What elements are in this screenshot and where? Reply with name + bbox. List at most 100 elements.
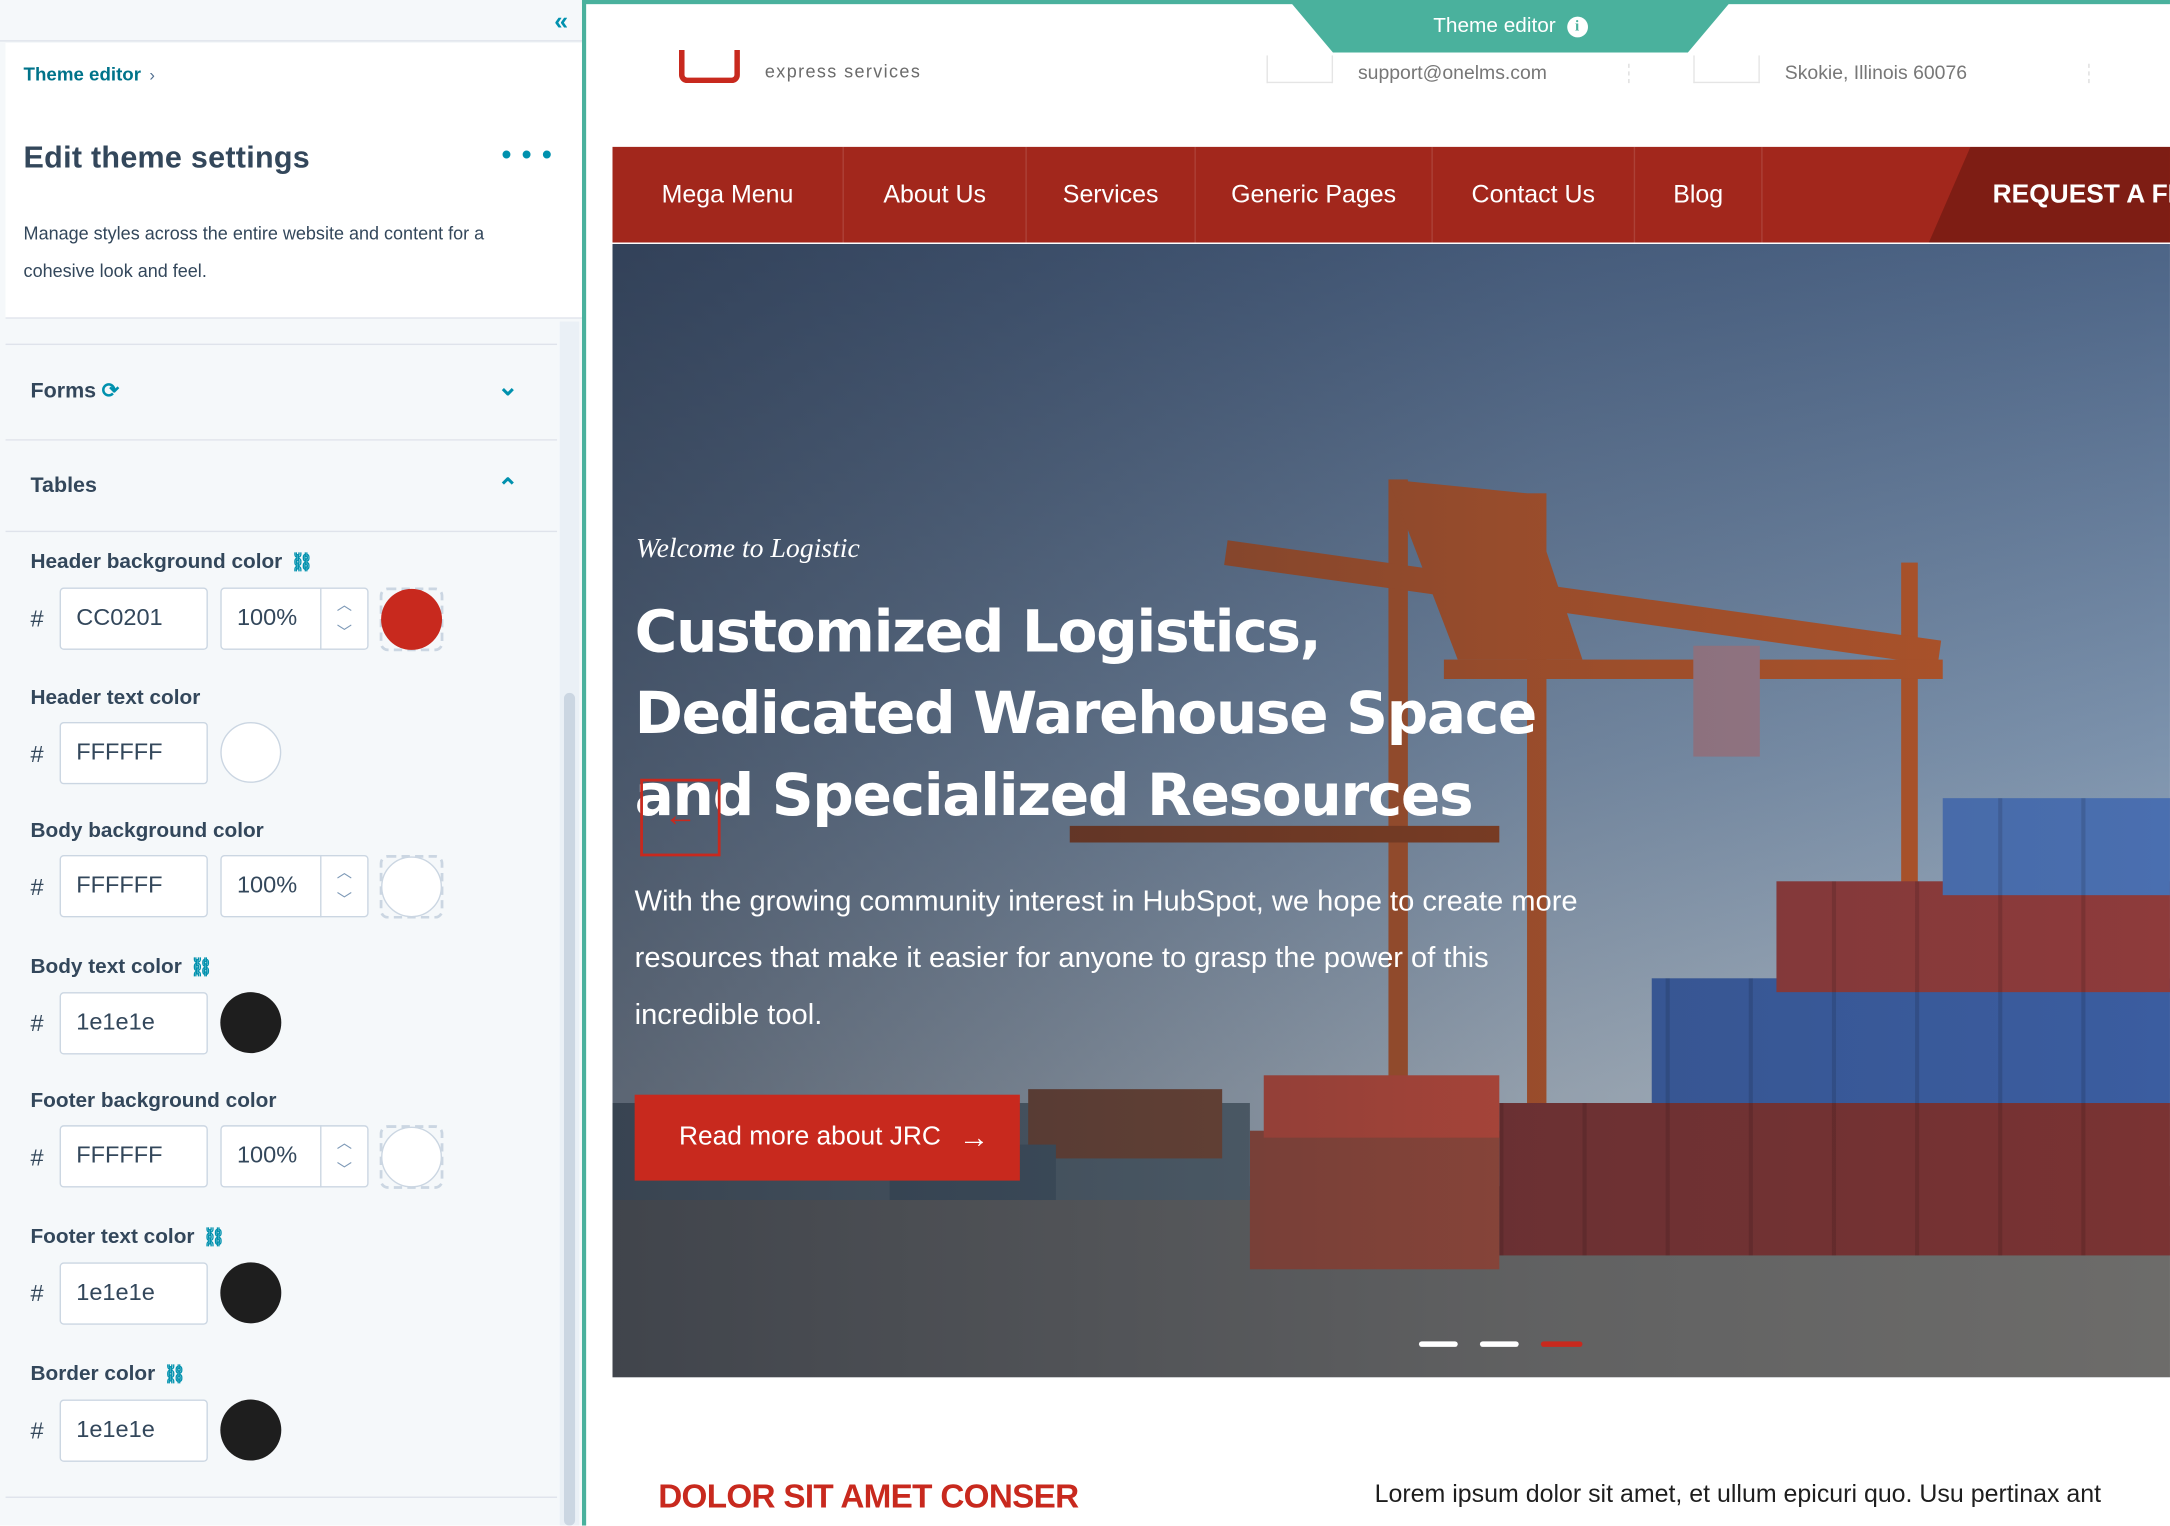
field-label-text: Body text color bbox=[30, 954, 182, 979]
slider-prev-arrow-icon[interactable]: ← bbox=[640, 778, 721, 857]
logo-tagline: express services bbox=[764, 60, 922, 82]
chevron-down-icon[interactable]: ⌄ bbox=[497, 373, 518, 402]
field-label-body-text: Body text color ⛓ bbox=[30, 955, 212, 979]
divider bbox=[1628, 63, 1630, 84]
hero-title: Customized Logistics, Dedicated Warehous… bbox=[634, 597, 1538, 829]
footer-bg-color-swatch[interactable] bbox=[381, 1126, 443, 1188]
nav-item-services[interactable]: Services bbox=[1027, 146, 1196, 243]
body-bg-color-swatch[interactable] bbox=[381, 856, 443, 918]
arrow-right-icon: → bbox=[958, 1119, 990, 1155]
link-icon[interactable]: ⛓ bbox=[190, 956, 213, 977]
logo[interactable] bbox=[678, 49, 740, 84]
opacity-stepper[interactable]: ︿ ﹀ bbox=[320, 1125, 368, 1188]
footer-text-color-swatch[interactable] bbox=[220, 1262, 282, 1324]
nav-item-about-us[interactable]: About Us bbox=[844, 146, 1027, 243]
breadcrumb[interactable]: Theme editor › bbox=[24, 64, 155, 85]
divider bbox=[5, 1496, 558, 1498]
chevron-up-icon[interactable]: ︿ bbox=[337, 861, 352, 883]
panel-header: Theme editor › Edit theme settings • • • … bbox=[5, 42, 582, 319]
app-stage: « Theme editor › Edit theme settings • • … bbox=[0, 0, 2170, 1526]
accordion-tables[interactable]: Tables ⌃ bbox=[5, 440, 558, 533]
site-preview[interactable]: express services support@onelms.com Skok… bbox=[612, 41, 2170, 1526]
read-more-label: Read more about JRC bbox=[678, 1122, 941, 1152]
body-text-color-swatch[interactable] bbox=[220, 992, 282, 1054]
header-text-color-swatch[interactable] bbox=[220, 721, 282, 783]
field-label-text: Footer text color bbox=[30, 1224, 195, 1249]
read-more-button[interactable]: Read more about JRC → bbox=[634, 1094, 1020, 1181]
hash-symbol: # bbox=[30, 874, 44, 901]
field-label-text: Header background color bbox=[30, 550, 283, 574]
field-label-text: Border color bbox=[30, 1362, 156, 1386]
field-label-footer-bg: Footer background color bbox=[30, 1089, 276, 1113]
field-label-body-bg: Body background color bbox=[30, 819, 263, 843]
contact-address: Skokie, Illinois 60076 bbox=[1784, 60, 1968, 84]
opacity-stepper[interactable]: ︿ ﹀ bbox=[320, 854, 368, 918]
panel-toolbar: « bbox=[0, 0, 582, 42]
slider-dot-1[interactable] bbox=[1418, 1341, 1458, 1347]
site-topbar: express services support@onelms.com Skok… bbox=[612, 41, 2170, 147]
more-options-icon[interactable]: • • • bbox=[502, 140, 553, 172]
chevron-up-icon[interactable]: ⌃ bbox=[497, 474, 518, 503]
panel-scrollbar-thumb[interactable] bbox=[563, 692, 576, 1526]
body-text-hex-input[interactable]: 1e1e1e bbox=[59, 992, 208, 1055]
panel-description: Manage styles across the entire website … bbox=[23, 223, 485, 282]
chevron-up-icon[interactable]: ︿ bbox=[337, 593, 352, 615]
header-bg-hex-input[interactable]: CC0201 bbox=[59, 587, 208, 650]
divider bbox=[2088, 63, 2090, 84]
sync-icon: ⟳ bbox=[101, 379, 120, 404]
contact-email[interactable]: support@onelms.com bbox=[1358, 61, 1547, 83]
field-label-text: Body background color bbox=[30, 818, 264, 843]
link-icon[interactable]: ⛓ bbox=[291, 552, 314, 573]
chevron-up-icon[interactable]: ︿ bbox=[337, 1131, 352, 1153]
collapse-panel-icon[interactable]: « bbox=[554, 7, 568, 35]
nav-item-mega-menu[interactable]: Mega Menu bbox=[612, 146, 844, 243]
nav-item-contact-us[interactable]: Contact Us bbox=[1433, 146, 1636, 243]
opacity-stepper[interactable]: ︿ ﹀ bbox=[320, 587, 368, 650]
field-label-border: Border color ⛓ bbox=[30, 1362, 186, 1386]
field-label-footer-text: Footer text color ⛓ bbox=[30, 1225, 225, 1249]
hash-symbol: # bbox=[30, 1417, 44, 1444]
body-bg-hex-input[interactable]: FFFFFF bbox=[59, 854, 208, 918]
chevron-right-icon: › bbox=[149, 65, 155, 85]
field-label-text: Footer background color bbox=[30, 1089, 277, 1113]
accordion-tables-label: Tables bbox=[30, 473, 97, 498]
section-heading: DOLOR SIT AMET CONSER bbox=[658, 1478, 1079, 1516]
link-icon[interactable]: ⛓ bbox=[203, 1226, 226, 1247]
field-label-text: Header text color bbox=[30, 685, 201, 710]
theme-editor-tab[interactable]: Theme editor i bbox=[1288, 0, 1733, 53]
theme-editor-tab-label: Theme editor bbox=[1433, 13, 1556, 38]
theme-settings-panel: « Theme editor › Edit theme settings • • … bbox=[0, 0, 582, 1526]
hash-symbol: # bbox=[30, 1010, 44, 1037]
header-text-hex-input[interactable]: FFFFFF bbox=[59, 721, 208, 785]
field-label-header-bg: Header background color ⛓ bbox=[30, 550, 313, 574]
mail-icon bbox=[1266, 55, 1334, 84]
page-title: Edit theme settings bbox=[23, 139, 311, 175]
accordion-forms-label: Forms bbox=[30, 379, 97, 404]
slider-dot-3-active[interactable] bbox=[1540, 1341, 1583, 1347]
link-icon[interactable]: ⛓ bbox=[164, 1364, 187, 1385]
info-icon[interactable]: i bbox=[1566, 16, 1588, 38]
header-bg-color-swatch[interactable] bbox=[381, 588, 443, 650]
hash-symbol: # bbox=[30, 741, 44, 768]
hash-symbol: # bbox=[30, 1280, 44, 1307]
border-color-swatch[interactable] bbox=[220, 1399, 282, 1461]
hero-slider: Welcome to Logistic Customized Logistics… bbox=[612, 243, 2170, 1378]
chevron-down-icon[interactable]: ﹀ bbox=[337, 621, 352, 643]
slider-dot-2[interactable] bbox=[1479, 1341, 1519, 1347]
border-hex-input[interactable]: 1e1e1e bbox=[59, 1399, 208, 1462]
section-body-text: Lorem ipsum dolor sit amet, et ullum epi… bbox=[1374, 1479, 2102, 1508]
nav-item-generic-pages[interactable]: Generic Pages bbox=[1196, 146, 1433, 243]
footer-bg-hex-input[interactable]: FFFFFF bbox=[59, 1125, 208, 1188]
nav-item-blog[interactable]: Blog bbox=[1635, 146, 1763, 243]
request-cta-button[interactable]: REQUEST A FI bbox=[1993, 147, 2170, 243]
hash-symbol: # bbox=[30, 1144, 44, 1171]
accordion-forms[interactable]: Forms ⟳ ⌄ bbox=[5, 343, 558, 441]
chevron-down-icon[interactable]: ﹀ bbox=[337, 888, 352, 910]
footer-text-hex-input[interactable]: 1e1e1e bbox=[59, 1262, 208, 1325]
hero-body: With the growing community interest in H… bbox=[634, 885, 1578, 1031]
chevron-down-icon[interactable]: ﹀ bbox=[337, 1158, 352, 1180]
site-nav: Mega Menu About Us Services Generic Page… bbox=[612, 146, 2170, 243]
breadcrumb-theme-editor[interactable]: Theme editor bbox=[24, 64, 141, 85]
hero-welcome: Welcome to Logistic bbox=[636, 533, 860, 564]
location-icon bbox=[1693, 55, 1760, 84]
